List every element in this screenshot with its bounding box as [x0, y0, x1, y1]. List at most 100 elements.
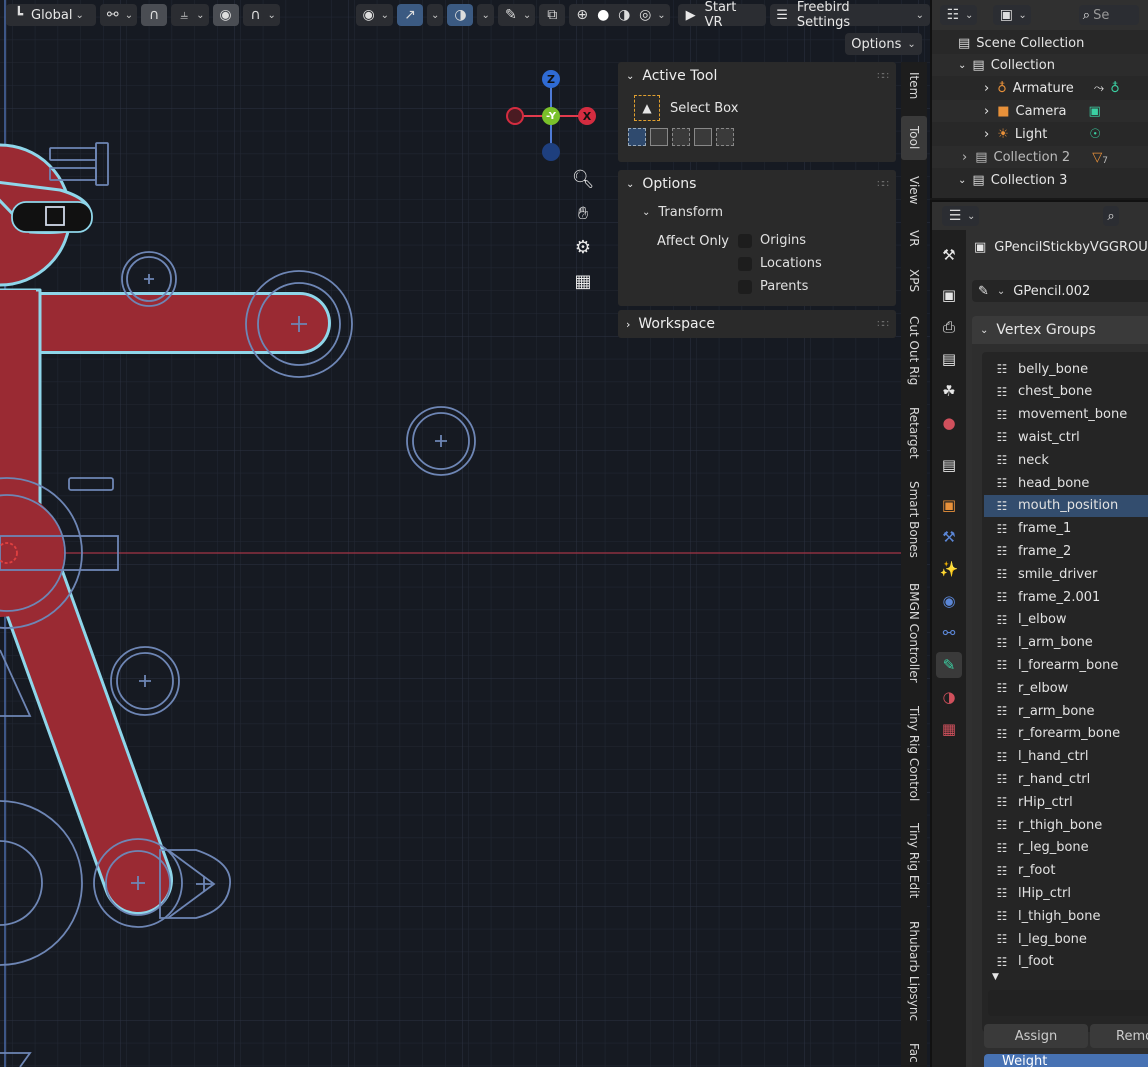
proportional-edit-toggle[interactable]: ◉	[212, 4, 239, 26]
vertex-group-item[interactable]: ☷ r_thigh_bone	[984, 814, 1148, 836]
vertex-group-item[interactable]: ☷ head_bone	[984, 472, 1148, 494]
world-tab-icon[interactable]: ●	[936, 410, 962, 436]
snap-target-dropdown[interactable]: ⫨ ⌄	[171, 4, 209, 26]
mode-intersect-icon[interactable]	[716, 128, 734, 146]
outliner-row-camera[interactable]: › ■ Camera ▣	[932, 100, 1148, 122]
tab-item[interactable]: Item	[901, 62, 927, 110]
outliner-row-scene-collection[interactable]: ▤ Scene Collection	[932, 32, 1148, 54]
options-dropdown[interactable]: Options ⌄	[845, 33, 922, 55]
solid-shading-icon[interactable]: ●	[594, 6, 612, 24]
overlays-dropdown[interactable]: ⌄	[477, 4, 494, 26]
tab-tool[interactable]: Tool	[901, 116, 927, 160]
remove-button[interactable]: Remo	[1090, 1024, 1148, 1048]
collection-tab-icon[interactable]: ▤	[936, 452, 962, 478]
vertex-group-item[interactable]: ☷ l_hand_ctrl	[984, 746, 1148, 768]
xray-toggle[interactable]: ⧉	[539, 4, 566, 26]
zoom-icon[interactable]: 🔍︎	[570, 166, 596, 192]
tab-retarget[interactable]: Retarget	[901, 402, 927, 464]
tab-tiny-rig-edit[interactable]: Tiny Rig Edit	[901, 818, 927, 904]
transform-subheader[interactable]: ⌄ Transform	[618, 198, 896, 226]
mode-subtract-icon[interactable]	[672, 128, 690, 146]
locations-checkbox[interactable]: Locations	[738, 252, 822, 275]
tab-smart-bones[interactable]: Smart Bones	[901, 476, 927, 562]
vertex-groups-header[interactable]: ⌄ Vertex Groups	[972, 316, 1148, 344]
vertex-group-item[interactable]: ☷ r_foot	[984, 860, 1148, 882]
mode-set-icon[interactable]	[628, 128, 646, 146]
tab-fac[interactable]: Fac	[901, 1038, 927, 1067]
parents-checkbox[interactable]: Parents	[738, 275, 808, 298]
options-header[interactable]: ⌄ Options ∷∷	[618, 170, 896, 198]
vertex-group-item[interactable]: ☷ l_leg_bone	[984, 928, 1148, 950]
vertex-group-item[interactable]: ☷ neck	[984, 449, 1148, 471]
material-tab-icon[interactable]: ◑	[936, 684, 962, 710]
vertex-group-item[interactable]: ☷ movement_bone	[984, 404, 1148, 426]
falloff-dropdown[interactable]: ∩ ⌄	[242, 4, 280, 26]
outliner-row-collection-3[interactable]: ⌄ ▤ Collection 3	[932, 169, 1148, 191]
vertex-group-filter-field[interactable]	[988, 990, 1148, 1016]
physics-tab-icon[interactable]: ◉	[936, 588, 962, 614]
vertex-group-item[interactable]: ☷ smile_driver	[984, 563, 1148, 585]
vertex-groups-list[interactable]: ☷ belly_bone ☷ chest_bone ☷ movement_bone ☷ wai…	[982, 352, 1148, 1032]
mode-difference-icon[interactable]	[694, 128, 712, 146]
gizmo-neg-y-axis[interactable]: -Y	[542, 107, 560, 125]
gizmo-neg-x-axis[interactable]	[506, 107, 524, 125]
tab-tiny-rig-control[interactable]: Tiny Rig Control	[901, 702, 927, 806]
tab-bmgn-controller[interactable]: BMGN Controller	[901, 574, 927, 692]
transform-orientation-dropdown[interactable]: ┗ Global ⌄	[6, 4, 96, 26]
vertex-group-item[interactable]: ☷ mouth_position	[984, 494, 1148, 517]
overlays-toggle[interactable]: ◑	[447, 4, 474, 26]
editor-type-dropdown[interactable]: ☰ ⌄	[942, 206, 980, 226]
filter-dropdown[interactable]: ▣ ⌄	[993, 5, 1031, 25]
tab-vr[interactable]: VR	[901, 220, 927, 256]
gizmo-x-axis[interactable]: X	[578, 107, 596, 125]
tab-view[interactable]: View	[901, 166, 927, 214]
drag-grip-icon[interactable]: ∷∷	[877, 71, 889, 82]
gizmo-neg-z-axis[interactable]	[542, 143, 560, 161]
active-tool-header[interactable]: ⌄ Active Tool ∷∷	[618, 62, 896, 90]
object-tab-icon[interactable]: ▣	[936, 492, 962, 518]
origins-checkbox[interactable]: Origins	[738, 229, 806, 252]
gizmo-z-axis[interactable]: Z	[542, 70, 560, 88]
pivot-point-dropdown[interactable]: ⚯ ⌄	[99, 4, 138, 26]
rendered-shading-icon[interactable]: ◎	[636, 6, 654, 24]
3d-viewport[interactable]: Z X -Y 🔍︎ ✋︎ ⚙ ▦ ┗ Global ⌄ ⚯ ⌄ ∩ ⫨ ⌄ ◉ …	[0, 0, 930, 1067]
camera-view-icon[interactable]: ⚙	[570, 234, 596, 260]
workspace-header[interactable]: › Workspace ∷∷	[618, 310, 896, 338]
material-shading-icon[interactable]: ◑	[615, 6, 633, 24]
tool-tab-icon[interactable]: ⚒	[936, 242, 962, 268]
weight-slider[interactable]: Weight	[984, 1054, 1148, 1067]
snap-toggle[interactable]: ∩	[141, 4, 168, 26]
view-layer-tab-icon[interactable]: ▤	[936, 346, 962, 372]
vertex-group-item[interactable]: ☷ l_arm_bone	[984, 632, 1148, 654]
outliner-row-armature[interactable]: › ♁ Armature ⤳ ♁	[932, 77, 1148, 99]
vertex-group-item[interactable]: ☷ r_elbow	[984, 677, 1148, 699]
effects-tab-icon[interactable]: ✨	[936, 556, 962, 582]
drag-grip-icon[interactable]: ∷∷	[877, 179, 889, 190]
output-tab-icon[interactable]: ⎙	[936, 314, 962, 340]
shading-modes[interactable]: ⊕ ● ◑ ◎ ⌄	[569, 4, 670, 26]
gizmo-toggle[interactable]: ↗	[397, 4, 424, 26]
outliner-row-collection[interactable]: ⌄ ▤ Collection	[932, 54, 1148, 76]
stroke-overlay-dropdown[interactable]: ✎ ⌄	[497, 4, 536, 26]
tab-cut-out-rig[interactable]: Cut Out Rig	[901, 310, 927, 392]
vertex-group-item[interactable]: ☷ l_elbow	[984, 609, 1148, 631]
constraints-tab-icon[interactable]: ⚯	[936, 620, 962, 646]
vertex-group-item[interactable]: ☷ waist_ctrl	[984, 426, 1148, 448]
select-box-icon[interactable]: ▲	[634, 95, 660, 121]
wireframe-shading-icon[interactable]: ⊕	[573, 6, 591, 24]
modifier-tab-icon[interactable]: ⚒	[936, 524, 962, 550]
assign-button[interactable]: Assign	[984, 1024, 1088, 1048]
scene-tab-icon[interactable]: ☘	[936, 378, 962, 404]
vertex-group-item[interactable]: ☷ r_forearm_bone	[984, 723, 1148, 745]
data-tab-icon[interactable]: ✎	[936, 652, 962, 678]
tab-xps[interactable]: XPS	[901, 260, 927, 302]
vertex-group-item[interactable]: ☷ belly_bone	[984, 358, 1148, 380]
start-vr-button[interactable]: ▶ Start VR	[677, 0, 767, 30]
vertex-group-item[interactable]: ☷ chest_bone	[984, 381, 1148, 403]
visibility-dropdown[interactable]: ◉ ⌄	[355, 4, 394, 26]
vertex-group-item[interactable]: ☷ l_forearm_bone	[984, 654, 1148, 676]
checkbox-box[interactable]	[738, 279, 752, 294]
vertex-group-item[interactable]: ☷ r_hand_ctrl	[984, 768, 1148, 790]
vertex-group-item[interactable]: ☷ lHip_ctrl	[984, 882, 1148, 904]
vertex-group-item[interactable]: ☷ frame_2	[984, 540, 1148, 562]
